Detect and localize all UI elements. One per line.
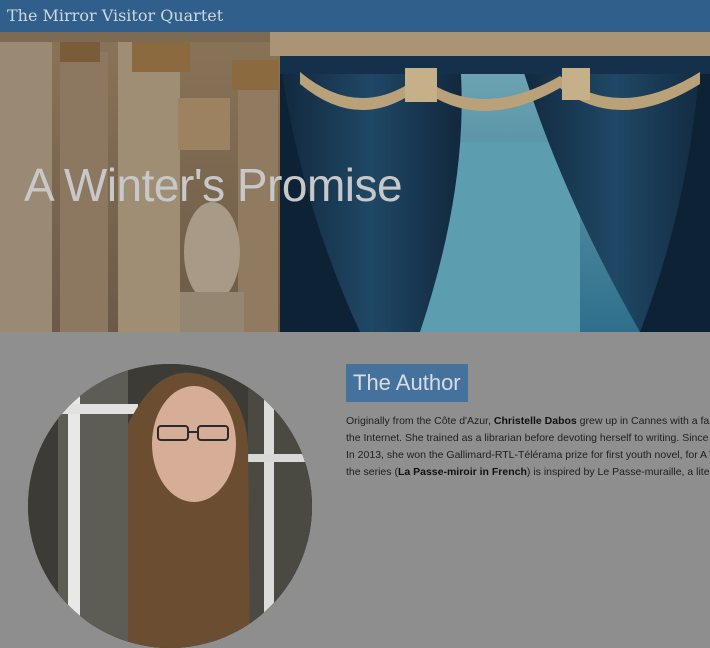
author-portrait [28, 364, 312, 648]
author-name: Christelle Dabos [493, 415, 577, 427]
site-title[interactable]: The Mirror Visitor Quartet [7, 6, 223, 25]
author-heading: The Author [346, 364, 468, 402]
author-bio: Originally from the Côte d'Azur, Christe… [346, 413, 710, 480]
bio-line: In 2013, she won the Gallimard-RTL-Télér… [346, 449, 710, 461]
bio-line: Originally from the Côte d'Azur, Christe… [346, 415, 710, 427]
hero-banner: A Winter's Promise [0, 32, 710, 332]
bio-line: the series (La Passe-miroir in French) i… [346, 466, 710, 478]
bio-line: the Internet. She trained as a librarian… [346, 432, 710, 444]
site-title-bar: The Mirror Visitor Quartet [0, 0, 710, 32]
series-title: La Passe-miroir in French [397, 466, 527, 478]
hero-title: A Winter's Promise [24, 159, 403, 211]
